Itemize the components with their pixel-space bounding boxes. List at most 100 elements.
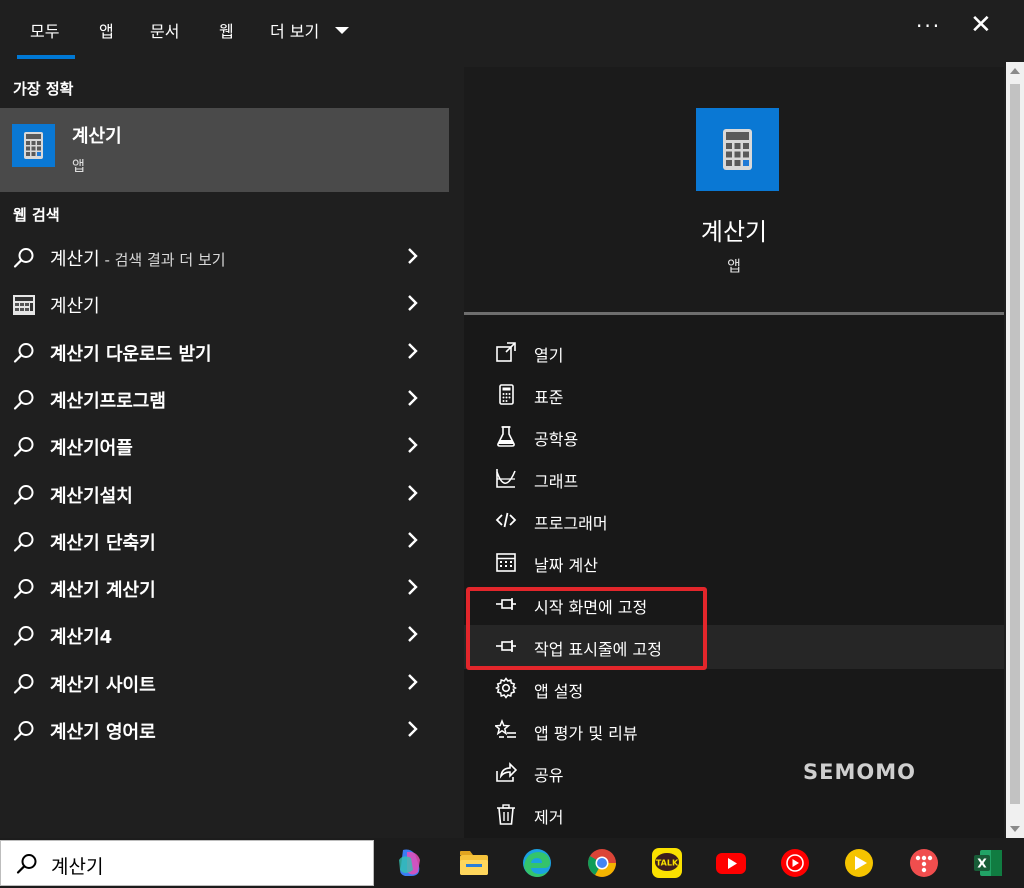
scroll-thumb[interactable] xyxy=(1010,84,1020,804)
kakaotalk-icon[interactable]: TALK xyxy=(650,846,684,880)
search-icon xyxy=(13,626,34,646)
chevron-right-icon xyxy=(408,342,418,359)
t-icon[interactable] xyxy=(907,846,941,880)
chevron-right-icon xyxy=(408,437,418,454)
share-icon xyxy=(496,762,517,782)
action-item[interactable]: 공유 xyxy=(464,752,1004,794)
chevron-right-icon xyxy=(408,390,418,406)
action-item[interactable]: 표준 xyxy=(464,374,1004,416)
action-item[interactable]: 공학용 xyxy=(464,416,1004,458)
action-item-label: 제거 xyxy=(534,808,564,827)
action-item[interactable]: 그래프 xyxy=(464,458,1004,500)
web-search-item[interactable]: 계산기 사이트 xyxy=(0,660,449,707)
web-search-item-label: 계산기 영어로 xyxy=(50,722,156,743)
calculator-app-icon xyxy=(696,108,779,191)
youtube-music-icon[interactable] xyxy=(778,846,812,880)
tab-documents[interactable]: 문서 xyxy=(150,18,179,42)
file-explorer-icon[interactable] xyxy=(457,846,491,880)
action-item[interactable]: 제거 xyxy=(464,794,1004,836)
web-search-item[interactable]: 계산기설치 xyxy=(0,471,449,518)
calculator-app-icon xyxy=(12,124,55,167)
web-search-item-label: 계산기 계산기 xyxy=(50,580,156,602)
app-detail-header: 계산기 앱 xyxy=(464,67,1004,312)
web-search-item[interactable]: 계산기 xyxy=(0,281,449,328)
divider xyxy=(464,312,1004,315)
more-options-icon[interactable]: ··· xyxy=(916,14,941,38)
chevron-right-icon xyxy=(408,673,418,690)
star-list-icon xyxy=(495,719,516,738)
search-icon xyxy=(13,248,34,268)
best-match-title: 가장 정확 xyxy=(13,80,74,98)
tab-more[interactable]: 더 보기 xyxy=(270,18,319,42)
chevron-right-icon xyxy=(408,531,418,548)
search-icon xyxy=(13,484,34,505)
action-item-label: 날짜 계산 xyxy=(534,556,598,575)
web-search-item-label: 계산기설치 xyxy=(50,485,133,507)
web-search-item-label: 계산기 - 검색 결과 더 보기 xyxy=(50,249,226,270)
web-search-item[interactable]: 계산기 단축키 xyxy=(0,518,449,565)
best-match-type: 앱 xyxy=(72,159,85,175)
action-item[interactable]: 열기 xyxy=(464,332,1004,374)
search-icon xyxy=(13,721,34,741)
chevron-right-icon xyxy=(408,248,418,264)
taskbar-search-input[interactable]: 계산기 xyxy=(0,840,374,886)
watermark: SEMOMO xyxy=(803,760,916,784)
trash-icon xyxy=(497,804,515,825)
action-item[interactable]: 날짜 계산 xyxy=(464,542,1004,584)
edge-icon[interactable] xyxy=(520,846,554,880)
gear-icon xyxy=(495,677,517,699)
web-search-item-label: 계산기 단축키 xyxy=(50,532,156,554)
chevron-right-icon xyxy=(408,484,418,501)
chevron-right-icon xyxy=(408,721,418,737)
best-match-item[interactable]: 계산기 앱 xyxy=(0,108,449,192)
scroll-up-icon[interactable] xyxy=(1010,68,1020,74)
tab-all[interactable]: 모두 xyxy=(30,18,59,42)
action-item-label: 앱 설정 xyxy=(534,682,584,701)
search-icon xyxy=(13,342,34,363)
web-search-item[interactable]: 계산기 다운로드 받기 xyxy=(0,329,449,376)
web-search-item-label: 계산기 사이트 xyxy=(50,674,156,696)
tab-web[interactable]: 웹 xyxy=(219,18,234,42)
action-item-label: 프로그래머 xyxy=(534,514,608,533)
flask-icon xyxy=(497,426,515,447)
media-player-icon[interactable] xyxy=(842,846,876,880)
scroll-down-icon[interactable] xyxy=(1010,826,1020,832)
copilot-icon[interactable] xyxy=(393,846,427,880)
action-item-label: 공유 xyxy=(534,766,564,785)
web-search-item[interactable]: 계산기어플 xyxy=(0,423,449,470)
search-icon xyxy=(16,854,37,874)
action-item-label: 표준 xyxy=(534,388,564,407)
excel-icon[interactable] xyxy=(971,846,1005,880)
app-detail-panel: 계산기 앱 열기 표준 공학용 그래프 프로그래머 날짜 계산 시작 화면에 고정 작업 표시… xyxy=(464,67,1004,838)
results-panel: 가장 정확 계산기 앱 웹 검색 계산기 - 검색 결과 더 보기 계산기 계산기 … xyxy=(0,62,449,838)
chevron-down-icon[interactable] xyxy=(335,27,349,34)
action-item[interactable]: 프로그래머 xyxy=(464,500,1004,542)
action-item[interactable]: 앱 설정 xyxy=(464,668,1004,710)
highlight-box xyxy=(466,587,707,670)
web-search-item[interactable]: 계산기4 xyxy=(0,612,449,659)
web-search-item-label: 계산기 다운로드 받기 xyxy=(50,343,212,365)
action-item[interactable]: 앱 평가 및 리뷰 xyxy=(464,710,1004,752)
close-icon[interactable]: ✕ xyxy=(970,12,992,38)
chrome-icon[interactable] xyxy=(585,846,619,880)
best-match-name: 계산기 xyxy=(72,126,122,147)
chevron-right-icon xyxy=(408,626,418,643)
web-search-item[interactable]: 계산기프로그램 xyxy=(0,376,449,423)
tab-apps[interactable]: 앱 xyxy=(99,18,114,42)
chevron-right-icon xyxy=(408,295,418,312)
action-item-label: 앱 평가 및 리뷰 xyxy=(534,724,638,743)
web-search-title: 웹 검색 xyxy=(13,206,60,224)
action-item-label: 공학용 xyxy=(534,430,579,449)
graph-icon xyxy=(496,469,516,488)
web-search-item[interactable]: 계산기 계산기 xyxy=(0,565,449,612)
search-icon xyxy=(13,579,34,599)
search-icon xyxy=(13,531,34,552)
web-search-item[interactable]: 계산기 - 검색 결과 더 보기 xyxy=(0,234,449,281)
app-detail-name: 계산기 xyxy=(700,218,768,246)
web-search-item[interactable]: 계산기 영어로 xyxy=(0,707,449,754)
scrollbar[interactable] xyxy=(1006,62,1024,838)
youtube-icon[interactable] xyxy=(714,846,748,880)
code-icon xyxy=(495,512,517,528)
action-item-label: 열기 xyxy=(534,346,564,365)
calculator-standard-icon xyxy=(499,384,514,405)
